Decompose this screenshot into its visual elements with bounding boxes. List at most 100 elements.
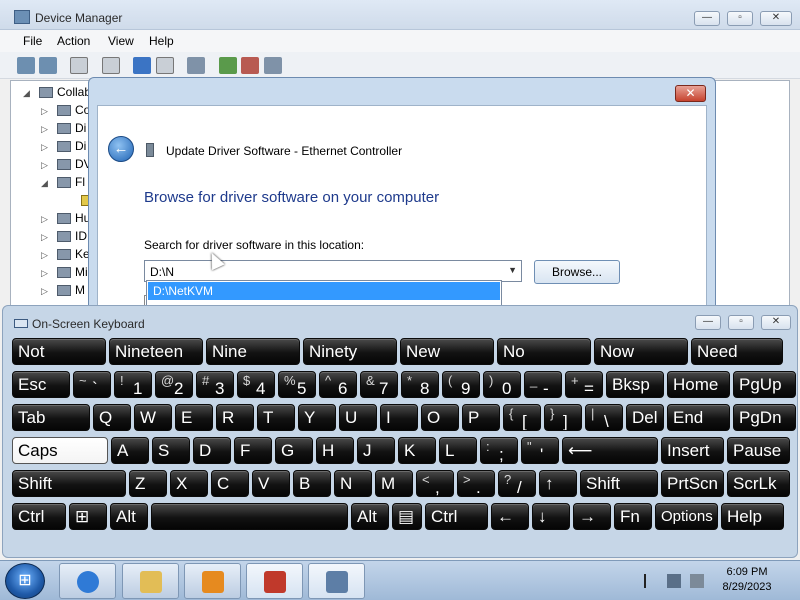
key-j[interactable]: J (357, 437, 395, 464)
tree-item[interactable]: ▷ Di (41, 139, 86, 155)
key-pgdn[interactable]: PgDn (733, 404, 796, 431)
menu-help[interactable]: Help (149, 34, 174, 48)
key-shift[interactable]: Shift (12, 470, 126, 497)
key-s[interactable]: S (152, 437, 190, 464)
key-tab[interactable]: Tab (12, 404, 90, 431)
taskbar-media-button[interactable] (184, 563, 241, 599)
key-insert[interactable]: Insert (661, 437, 724, 464)
prediction-key[interactable]: Now (594, 338, 688, 365)
osk-maximize-button[interactable]: ▫ (728, 315, 754, 330)
tree-root[interactable]: ◢ Collab (23, 85, 91, 101)
dialog-close-button[interactable]: ✕ (675, 85, 706, 102)
tree-item[interactable]: ◢ Fl (41, 175, 85, 191)
autocomplete-item[interactable]: D:\NetKVM (148, 282, 500, 300)
dropdown-arrow-icon[interactable]: ▼ (508, 265, 517, 275)
taskbar-osk-button[interactable] (308, 563, 365, 599)
action-center-flag-icon[interactable] (644, 574, 658, 588)
menu-action[interactable]: Action (57, 34, 90, 48)
prediction-key[interactable]: No (497, 338, 591, 365)
key-8[interactable]: * 8 (401, 371, 439, 398)
show-hide-tree-icon[interactable] (70, 57, 88, 74)
key-9[interactable]: (9 (442, 371, 480, 398)
key-b[interactable]: B (293, 470, 331, 497)
back-arrow-icon[interactable] (17, 57, 35, 74)
key-key[interactable]: | \ (585, 404, 623, 431)
osk-minimize-button[interactable]: — (695, 315, 721, 330)
prediction-key[interactable]: Ninety (303, 338, 397, 365)
properties-icon[interactable] (102, 57, 120, 74)
key-key[interactable]: → (573, 503, 611, 530)
key-p[interactable]: P (462, 404, 500, 431)
tree-item[interactable]: ▷ Ke (41, 247, 90, 263)
key-help[interactable]: Help (721, 503, 784, 530)
key-3[interactable]: #3 (196, 371, 234, 398)
browse-button[interactable]: Browse... (534, 260, 620, 284)
key-esc[interactable]: Esc (12, 371, 70, 398)
key-ctrl[interactable]: Ctrl (425, 503, 488, 530)
key-key[interactable]: }] (544, 404, 582, 431)
key-scrlk[interactable]: ScrLk (727, 470, 790, 497)
volume-muted-icon[interactable] (690, 574, 704, 588)
tree-item[interactable]: ▷ DV (41, 157, 92, 173)
key-home[interactable]: Home (667, 371, 730, 398)
key-prtscn[interactable]: PrtScn (661, 470, 724, 497)
disable-icon[interactable] (264, 57, 282, 74)
key-shift[interactable]: Shift (580, 470, 658, 497)
key-1[interactable]: ! 1 (114, 371, 152, 398)
tree-item[interactable]: ▷ Hu (41, 211, 90, 227)
osk-close-button[interactable]: ✕ (761, 315, 791, 330)
key-i[interactable]: I (380, 404, 418, 431)
maximize-button[interactable]: ▫ (727, 11, 753, 26)
view-icon[interactable] (156, 57, 174, 74)
key-r[interactable]: R (216, 404, 254, 431)
key-fn[interactable]: Fn (614, 503, 652, 530)
key-u[interactable]: U (339, 404, 377, 431)
key-x[interactable]: X (170, 470, 208, 497)
key-k[interactable]: K (398, 437, 436, 464)
key-key[interactable]: ▤ (392, 503, 422, 530)
key-w[interactable]: W (134, 404, 172, 431)
key-key[interactable]: <, (416, 470, 454, 497)
key-o[interactable]: O (421, 404, 459, 431)
key-key[interactable]: >. (457, 470, 495, 497)
key-key[interactable]: ~ ` (73, 371, 111, 398)
prediction-key[interactable]: New (400, 338, 494, 365)
key-alt[interactable]: Alt (110, 503, 148, 530)
menu-file[interactable]: File (23, 34, 42, 48)
prediction-key[interactable]: Nine (206, 338, 300, 365)
key-key[interactable]: ↑ (539, 470, 577, 497)
key-key[interactable]: ⊞ (69, 503, 107, 530)
tree-item[interactable]: ▷ Di (41, 121, 86, 137)
help-icon[interactable] (133, 57, 151, 74)
scan-hardware-icon[interactable] (187, 57, 205, 74)
path-combobox[interactable]: D:\N ▼ (144, 260, 522, 282)
key-d[interactable]: D (193, 437, 231, 464)
key-key[interactable]: ? / (498, 470, 536, 497)
key-a[interactable]: A (111, 437, 149, 464)
uninstall-icon[interactable] (241, 57, 259, 74)
path-input[interactable]: D:\N (150, 265, 174, 279)
key-v[interactable]: V (252, 470, 290, 497)
key-6[interactable]: ^ 6 (319, 371, 357, 398)
key-g[interactable]: G (275, 437, 313, 464)
key-key[interactable]: {[ (503, 404, 541, 431)
key-end[interactable]: End (667, 404, 730, 431)
prediction-key[interactable]: Not (12, 338, 106, 365)
key-t[interactable]: T (257, 404, 295, 431)
key-4[interactable]: $4 (237, 371, 275, 398)
key-c[interactable]: C (211, 470, 249, 497)
network-icon[interactable] (667, 574, 681, 588)
key-0[interactable]: ) 0 (483, 371, 521, 398)
tree-item[interactable]: ▷ M (41, 283, 85, 299)
update-driver-icon[interactable] (219, 57, 237, 74)
back-button[interactable]: ← (108, 136, 134, 162)
taskbar-device-manager-button[interactable] (246, 563, 303, 599)
forward-arrow-icon[interactable] (39, 57, 57, 74)
key-z[interactable]: Z (129, 470, 167, 497)
close-button[interactable]: ✕ (760, 11, 792, 26)
menu-view[interactable]: View (108, 34, 134, 48)
minimize-button[interactable]: — (694, 11, 720, 26)
key-key[interactable]: ← (491, 503, 529, 530)
key-e[interactable]: E (175, 404, 213, 431)
tree-item[interactable]: ▷ ID (41, 229, 87, 245)
